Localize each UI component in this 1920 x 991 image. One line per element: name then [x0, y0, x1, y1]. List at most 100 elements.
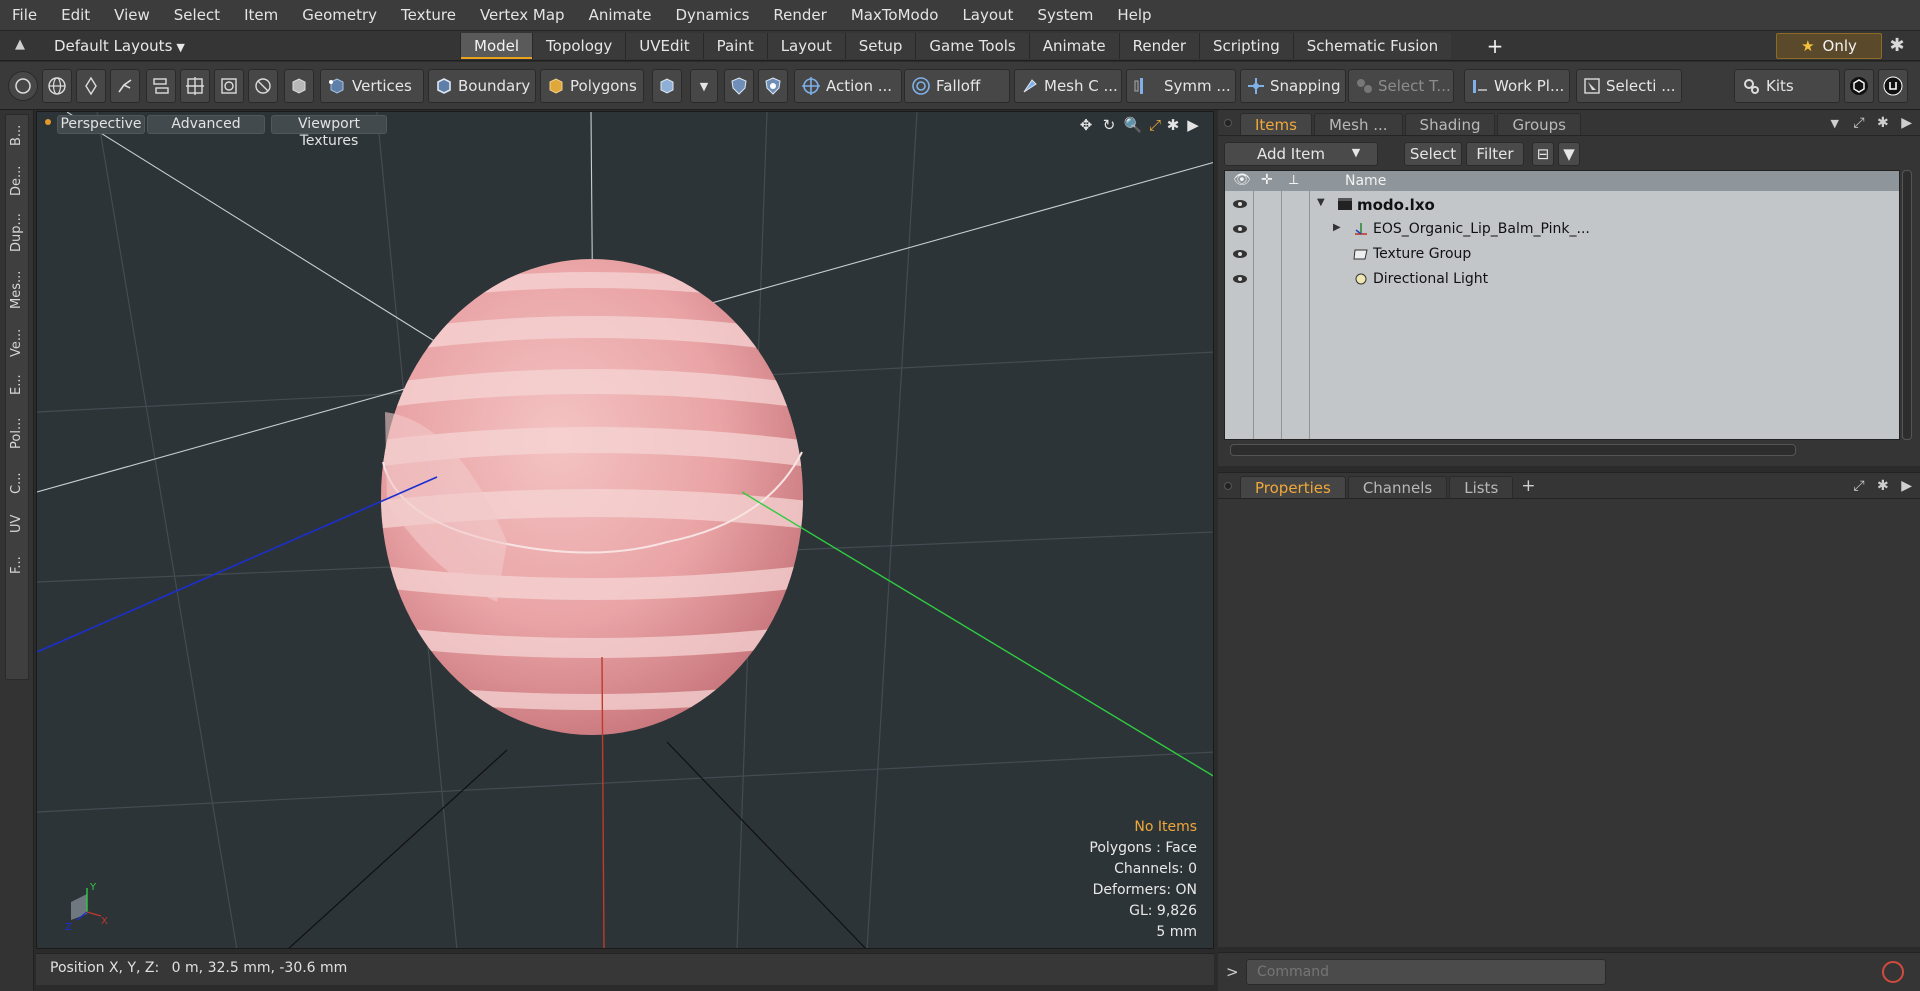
- unity-button[interactable]: [1844, 69, 1874, 103]
- vertices-button[interactable]: Vertices: [320, 69, 424, 103]
- viewport-menu-arrow-icon[interactable]: ▶: [1183, 115, 1203, 135]
- left-tab-6[interactable]: Pol...: [6, 409, 28, 457]
- command-input[interactable]: [1246, 959, 1606, 985]
- left-tab-5[interactable]: E...: [6, 369, 28, 401]
- left-tab-0[interactable]: B...: [6, 119, 28, 151]
- expand-arrow-icon[interactable]: ▶: [1333, 222, 1341, 233]
- menu-file[interactable]: File: [0, 0, 49, 31]
- layout-dropdown[interactable]: Default Layouts ▼: [54, 34, 185, 58]
- type-column-icon[interactable]: ⟂: [1289, 172, 1298, 188]
- menu-render[interactable]: Render: [761, 0, 838, 31]
- selection-mode-none-button[interactable]: [8, 71, 38, 101]
- add-item-dropdown-icon[interactable]: ▼: [1344, 142, 1368, 166]
- props_panel-tab-2[interactable]: Lists: [1449, 476, 1514, 498]
- menu-layout[interactable]: Layout: [950, 0, 1025, 31]
- collapse-icon[interactable]: ⊟: [1532, 142, 1554, 166]
- menu-texture[interactable]: Texture: [389, 0, 468, 31]
- menu-item[interactable]: Item: [232, 0, 290, 31]
- zoom-icon[interactable]: 🔍: [1123, 115, 1143, 135]
- globe-select-button[interactable]: [42, 69, 72, 103]
- materials-mode-button[interactable]: [652, 69, 682, 103]
- tree-row[interactable]: Directional Light: [1225, 267, 1899, 292]
- menu-geometry[interactable]: Geometry: [290, 0, 389, 31]
- props_panel-tab-1[interactable]: Channels: [1347, 476, 1448, 498]
- record-macro-icon[interactable]: [1882, 961, 1904, 983]
- menu-animate[interactable]: Animate: [577, 0, 664, 31]
- lasso-button[interactable]: [110, 69, 140, 103]
- left-tab-2[interactable]: Dup...: [6, 211, 28, 255]
- name-column-header[interactable]: Name: [1345, 173, 1386, 189]
- eye-icon[interactable]: [1232, 247, 1248, 261]
- left-tab-1[interactable]: De...: [6, 159, 28, 203]
- menu-help[interactable]: Help: [1105, 0, 1163, 31]
- menu-edit[interactable]: Edit: [49, 0, 102, 31]
- tab-uvedit[interactable]: UVEdit: [625, 33, 703, 59]
- eye-icon[interactable]: [1232, 197, 1248, 211]
- menu-dynamics[interactable]: Dynamics: [663, 0, 761, 31]
- tab-animate[interactable]: Animate: [1028, 33, 1119, 59]
- collapse-arrow-icon[interactable]: ▼: [1317, 197, 1325, 208]
- action-center-button[interactable]: Action ...: [794, 69, 902, 103]
- tree-row[interactable]: ▼ modo.lxo: [1225, 192, 1899, 217]
- view-mode-button[interactable]: Perspective: [57, 115, 145, 134]
- more-modes-dropdown[interactable]: ▼: [690, 69, 718, 103]
- shading-mode-button[interactable]: Advanced: [147, 115, 265, 134]
- props_panel-tab-0[interactable]: Properties: [1240, 476, 1346, 498]
- boundary-button[interactable]: Boundary: [428, 69, 536, 103]
- left-tab-3[interactable]: Mes...: [6, 263, 28, 317]
- mesh-constraints-button[interactable]: Mesh C ...: [1014, 69, 1122, 103]
- lock-column-icon[interactable]: ✛: [1261, 172, 1273, 188]
- items_panel-tab-1[interactable]: Mesh ...: [1313, 113, 1403, 135]
- gear-icon[interactable]: ✱: [1886, 35, 1908, 57]
- expand-icon[interactable]: ⤢: [1853, 478, 1864, 494]
- falloff-button[interactable]: Falloff: [904, 69, 1010, 103]
- add-panel-tab-icon[interactable]: +: [1521, 474, 1535, 498]
- panel-arrow-icon[interactable]: ▶: [1901, 115, 1912, 131]
- tab-scripting[interactable]: Scripting: [1199, 33, 1293, 59]
- rotate-icon[interactable]: ↻: [1099, 115, 1119, 135]
- viewport-status-dot[interactable]: [45, 119, 51, 125]
- tab-render[interactable]: Render: [1118, 33, 1200, 59]
- eye-icon[interactable]: [1232, 272, 1248, 286]
- pan-icon[interactable]: ✥: [1076, 115, 1096, 135]
- expand-icon[interactable]: ⤢: [1853, 115, 1864, 131]
- tab-topology[interactable]: Topology: [532, 33, 626, 59]
- tab-setup[interactable]: Setup: [844, 33, 916, 59]
- select-button[interactable]: Select: [1404, 142, 1462, 166]
- menu-system[interactable]: System: [1025, 0, 1105, 31]
- viewport-textures-button[interactable]: Viewport Textures: [271, 115, 387, 149]
- left-tab-7[interactable]: C...: [6, 465, 28, 501]
- menu-vertex-map[interactable]: Vertex Map: [468, 0, 577, 31]
- visibility-column-icon[interactable]: 👁: [1233, 172, 1251, 188]
- panel-arrow-icon[interactable]: ▶: [1901, 478, 1912, 494]
- viewport-gear-icon[interactable]: ✱: [1163, 115, 1183, 135]
- tree-vertical-scrollbar[interactable]: [1902, 170, 1912, 440]
- left-tab-9[interactable]: F...: [6, 547, 28, 583]
- work-plane-button[interactable]: Work Pl...: [1464, 69, 1570, 103]
- selection-sets-button[interactable]: Selecti ...: [1576, 69, 1682, 103]
- tree-row[interactable]: Texture Group: [1225, 242, 1899, 267]
- tab-paint[interactable]: Paint: [702, 33, 767, 59]
- chevron-down-icon[interactable]: ▼: [1830, 117, 1838, 130]
- item-mode-button[interactable]: [284, 69, 314, 103]
- symmetry-shield-button[interactable]: [724, 69, 754, 103]
- unreal-button[interactable]: [1878, 69, 1908, 103]
- add-tab-icon[interactable]: +: [1484, 33, 1506, 59]
- only-toggle-button[interactable]: ★ Only: [1776, 33, 1882, 59]
- polygons-button[interactable]: Polygons: [540, 69, 644, 103]
- select-through-button[interactable]: Select T...: [1348, 69, 1454, 103]
- menu-maxtomodo[interactable]: MaxToModo: [839, 0, 951, 31]
- layout-collapse-icon[interactable]: ▲: [12, 37, 28, 53]
- tab-schematic-fusion[interactable]: Schematic Fusion: [1292, 33, 1452, 59]
- panel-dot-icon[interactable]: [1224, 482, 1232, 490]
- items_panel-tab-3[interactable]: Groups: [1497, 113, 1581, 135]
- pen-tool-button[interactable]: [76, 69, 106, 103]
- filter-button[interactable]: Filter: [1466, 142, 1524, 166]
- frame-button[interactable]: [214, 69, 244, 103]
- items_panel-tab-2[interactable]: Shading: [1404, 113, 1496, 135]
- eye-icon[interactable]: [1232, 222, 1248, 236]
- panel-gear-icon[interactable]: ✱: [1877, 115, 1889, 131]
- maximize-icon[interactable]: ⤢: [1145, 115, 1165, 135]
- transform-button[interactable]: [248, 69, 278, 103]
- snapping-button[interactable]: Snapping: [1240, 69, 1346, 103]
